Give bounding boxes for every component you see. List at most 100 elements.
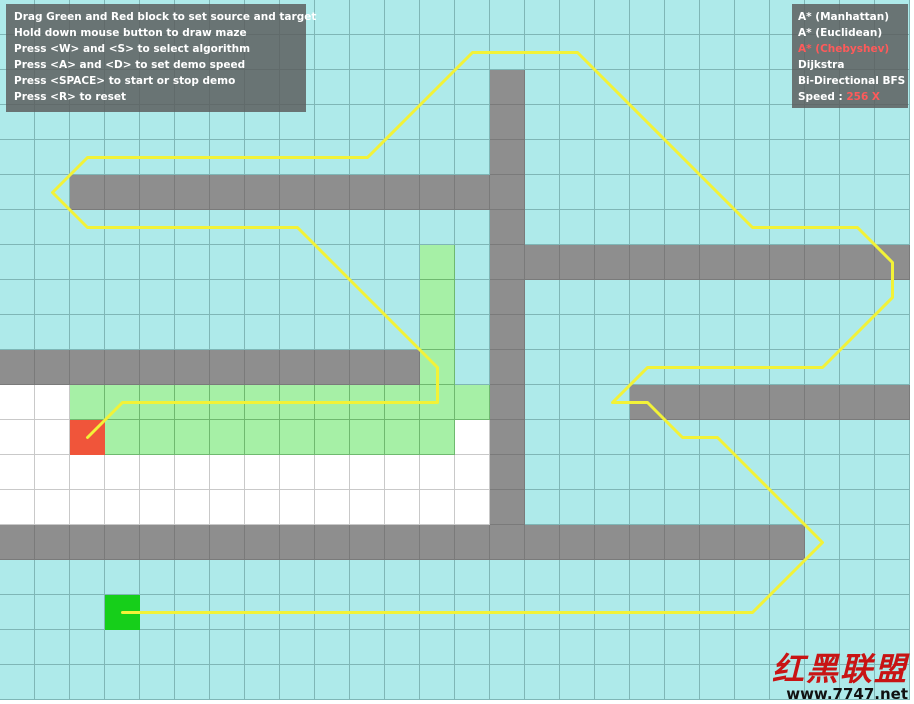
- algorithm-astar-manhattan[interactable]: A* (Manhattan): [798, 9, 908, 25]
- open-cell[interactable]: [805, 350, 840, 385]
- open-cell[interactable]: [700, 350, 735, 385]
- open-cell[interactable]: [665, 560, 700, 595]
- open-cell[interactable]: [630, 105, 665, 140]
- open-cell[interactable]: [350, 595, 385, 630]
- open-cell[interactable]: [140, 665, 175, 700]
- empty-cell[interactable]: [385, 455, 420, 490]
- open-cell[interactable]: [840, 350, 875, 385]
- open-cell[interactable]: [665, 280, 700, 315]
- empty-cell[interactable]: [70, 490, 105, 525]
- closed-cell[interactable]: [105, 385, 140, 420]
- open-cell[interactable]: [525, 560, 560, 595]
- open-cell[interactable]: [560, 315, 595, 350]
- empty-cell[interactable]: [385, 490, 420, 525]
- open-cell[interactable]: [875, 105, 910, 140]
- open-cell[interactable]: [210, 665, 245, 700]
- open-cell[interactable]: [210, 560, 245, 595]
- wall-cell[interactable]: [105, 175, 140, 210]
- open-cell[interactable]: [840, 490, 875, 525]
- wall-cell[interactable]: [805, 385, 840, 420]
- algorithm-astar-chebyshev[interactable]: A* (Chebyshev): [798, 41, 908, 57]
- closed-cell[interactable]: [210, 420, 245, 455]
- open-cell[interactable]: [420, 35, 455, 70]
- wall-cell[interactable]: [210, 175, 245, 210]
- open-cell[interactable]: [420, 210, 455, 245]
- open-cell[interactable]: [350, 560, 385, 595]
- wall-cell[interactable]: [735, 245, 770, 280]
- open-cell[interactable]: [420, 70, 455, 105]
- open-cell[interactable]: [70, 245, 105, 280]
- open-cell[interactable]: [315, 210, 350, 245]
- open-cell[interactable]: [525, 140, 560, 175]
- open-cell[interactable]: [700, 490, 735, 525]
- open-cell[interactable]: [595, 210, 630, 245]
- open-cell[interactable]: [595, 560, 630, 595]
- open-cell[interactable]: [805, 455, 840, 490]
- open-cell[interactable]: [455, 0, 490, 35]
- open-cell[interactable]: [455, 350, 490, 385]
- closed-cell[interactable]: [280, 385, 315, 420]
- open-cell[interactable]: [840, 315, 875, 350]
- open-cell[interactable]: [770, 420, 805, 455]
- open-cell[interactable]: [595, 385, 630, 420]
- open-cell[interactable]: [420, 560, 455, 595]
- open-cell[interactable]: [560, 105, 595, 140]
- open-cell[interactable]: [630, 0, 665, 35]
- open-cell[interactable]: [35, 560, 70, 595]
- open-cell[interactable]: [840, 420, 875, 455]
- wall-cell[interactable]: [490, 245, 525, 280]
- open-cell[interactable]: [665, 665, 700, 700]
- closed-cell[interactable]: [315, 385, 350, 420]
- open-cell[interactable]: [700, 455, 735, 490]
- open-cell[interactable]: [210, 140, 245, 175]
- open-cell[interactable]: [490, 595, 525, 630]
- closed-cell[interactable]: [385, 420, 420, 455]
- open-cell[interactable]: [35, 140, 70, 175]
- open-cell[interactable]: [630, 70, 665, 105]
- wall-cell[interactable]: [490, 105, 525, 140]
- open-cell[interactable]: [665, 105, 700, 140]
- empty-cell[interactable]: [35, 420, 70, 455]
- open-cell[interactable]: [525, 350, 560, 385]
- open-cell[interactable]: [385, 280, 420, 315]
- empty-cell[interactable]: [455, 420, 490, 455]
- open-cell[interactable]: [875, 595, 910, 630]
- wall-cell[interactable]: [280, 350, 315, 385]
- open-cell[interactable]: [525, 455, 560, 490]
- wall-cell[interactable]: [560, 245, 595, 280]
- open-cell[interactable]: [350, 105, 385, 140]
- open-cell[interactable]: [420, 595, 455, 630]
- open-cell[interactable]: [665, 315, 700, 350]
- wall-cell[interactable]: [875, 245, 910, 280]
- open-cell[interactable]: [35, 210, 70, 245]
- open-cell[interactable]: [245, 595, 280, 630]
- open-cell[interactable]: [350, 245, 385, 280]
- wall-cell[interactable]: [210, 525, 245, 560]
- open-cell[interactable]: [840, 595, 875, 630]
- open-cell[interactable]: [105, 280, 140, 315]
- open-cell[interactable]: [140, 280, 175, 315]
- open-cell[interactable]: [840, 560, 875, 595]
- open-cell[interactable]: [385, 210, 420, 245]
- empty-cell[interactable]: [245, 490, 280, 525]
- open-cell[interactable]: [840, 210, 875, 245]
- open-cell[interactable]: [595, 70, 630, 105]
- open-cell[interactable]: [875, 210, 910, 245]
- open-cell[interactable]: [490, 35, 525, 70]
- open-cell[interactable]: [525, 315, 560, 350]
- open-cell[interactable]: [630, 350, 665, 385]
- empty-cell[interactable]: [70, 455, 105, 490]
- closed-cell[interactable]: [350, 420, 385, 455]
- empty-cell[interactable]: [280, 455, 315, 490]
- source-block[interactable]: [70, 420, 105, 455]
- open-cell[interactable]: [35, 245, 70, 280]
- open-cell[interactable]: [735, 175, 770, 210]
- open-cell[interactable]: [805, 315, 840, 350]
- wall-cell[interactable]: [875, 385, 910, 420]
- open-cell[interactable]: [665, 455, 700, 490]
- open-cell[interactable]: [875, 525, 910, 560]
- open-cell[interactable]: [595, 455, 630, 490]
- open-cell[interactable]: [560, 490, 595, 525]
- closed-cell[interactable]: [140, 385, 175, 420]
- open-cell[interactable]: [0, 630, 35, 665]
